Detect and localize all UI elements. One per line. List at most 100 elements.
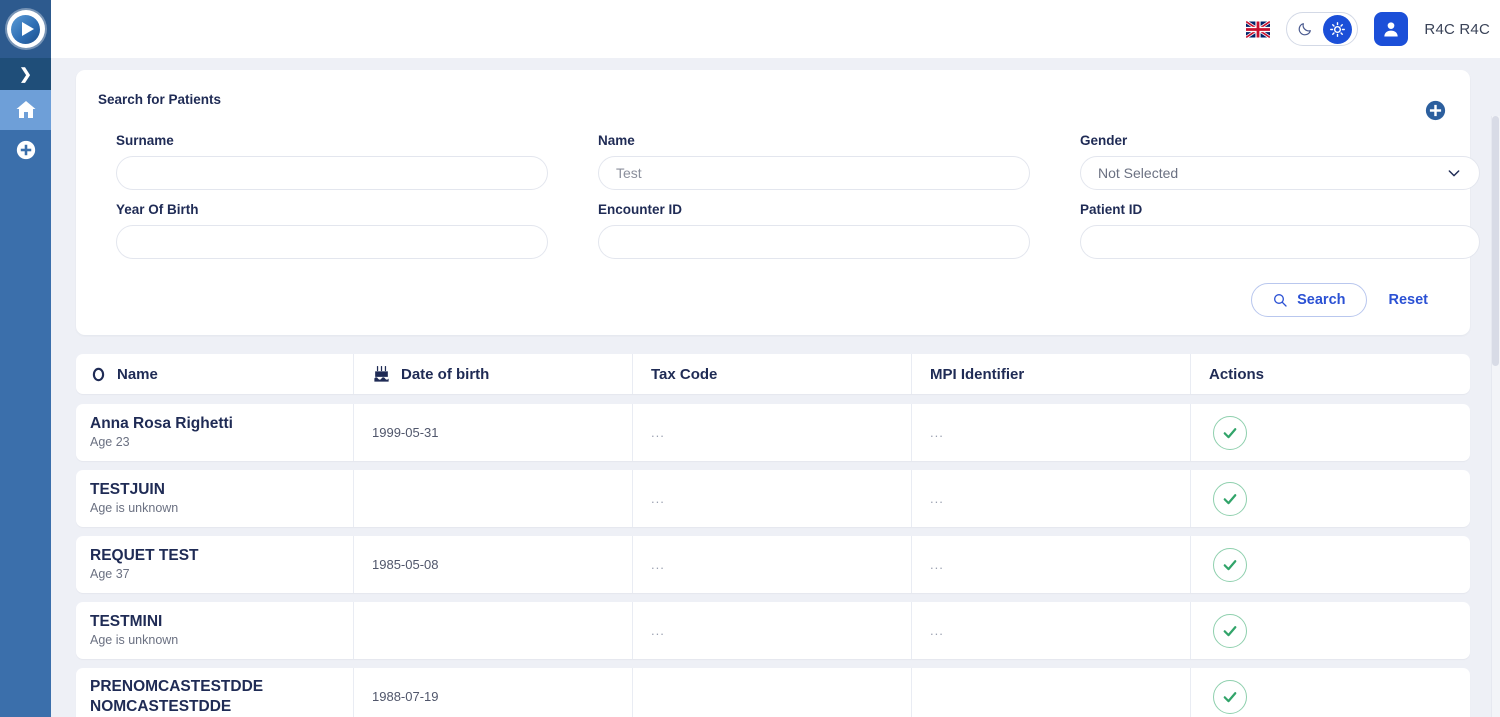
- patient-name: TESTMINI: [90, 613, 163, 631]
- person-circle-icon: [92, 367, 105, 381]
- field-year-of-birth: Year Of Birth: [98, 194, 548, 259]
- uk-flag-icon[interactable]: [1246, 20, 1271, 38]
- field-gender: Gender Not Selected: [1062, 125, 1480, 190]
- column-header-name[interactable]: Name: [76, 354, 353, 394]
- cell-tax-code: ...: [632, 536, 911, 593]
- patient-mpi: ...: [930, 491, 944, 506]
- table-row[interactable]: Anna Rosa Righetti Age 23 1999-05-31......: [76, 404, 1470, 461]
- field-name: Name: [580, 125, 1030, 190]
- patient-name-line2: NOMCASTESTDDE: [90, 697, 232, 715]
- app-logo[interactable]: [0, 0, 51, 58]
- cell-tax-code: ...: [632, 602, 911, 659]
- column-header-actions-label: Actions: [1209, 365, 1265, 383]
- sidebar-collapse-toggle[interactable]: ❯: [0, 58, 51, 90]
- label-patient-id: Patient ID: [1080, 202, 1143, 217]
- check-circle-icon: [1223, 427, 1237, 438]
- plus-circle-icon: [16, 140, 35, 160]
- app-root: ❯ R4C R4C Search for Patients Surname Na…: [0, 0, 1500, 717]
- reset-button[interactable]: Reset: [1385, 292, 1433, 308]
- column-header-tax-code[interactable]: Tax Code: [632, 354, 911, 394]
- patient-tax-code: ...: [651, 623, 665, 638]
- cell-mpi: ...: [911, 404, 1190, 461]
- user-avatar[interactable]: [1374, 12, 1409, 46]
- check-circle-icon: [1223, 691, 1237, 702]
- sun-icon: [1330, 21, 1346, 37]
- label-year-of-birth: Year Of Birth: [116, 202, 199, 217]
- field-encounter-id: Encounter ID: [580, 194, 1030, 259]
- cell-name: PRENOMCASTESTDDE NOMCASTESTDDE: [76, 668, 353, 717]
- select-patient-button[interactable]: [1213, 481, 1247, 516]
- top-header: R4C R4C: [51, 0, 1500, 58]
- name-input[interactable]: [598, 156, 1030, 190]
- column-header-dob[interactable]: Date of birth: [353, 354, 632, 394]
- table-row[interactable]: TESTJUIN Age is unknown......: [76, 470, 1470, 527]
- patient-id-input[interactable]: [1080, 225, 1480, 259]
- select-patient-button[interactable]: [1213, 613, 1247, 648]
- patient-mpi: ...: [930, 557, 944, 572]
- column-header-dob-label: Date of birth: [401, 365, 490, 383]
- label-encounter-id: Encounter ID: [598, 202, 683, 217]
- add-patient-button[interactable]: [1425, 100, 1446, 121]
- cell-dob: 1988-07-19: [353, 668, 632, 717]
- cell-actions: [1190, 404, 1470, 461]
- field-patient-id: Patient ID: [1062, 194, 1480, 259]
- patient-name: TESTJUIN: [90, 481, 165, 499]
- sidebar-item-add[interactable]: [0, 130, 51, 170]
- cell-name: TESTJUIN Age is unknown: [76, 470, 353, 527]
- cell-dob: [353, 602, 632, 659]
- patient-tax-code: ...: [651, 491, 665, 506]
- select-patient-button[interactable]: [1213, 679, 1247, 714]
- theme-toggle-light[interactable]: [1323, 14, 1353, 44]
- cell-actions: [1190, 602, 1470, 659]
- select-patient-button[interactable]: [1213, 547, 1247, 582]
- column-header-mpi-label: MPI Identifier: [930, 365, 1025, 383]
- cell-mpi: [911, 668, 1190, 717]
- label-name: Name: [598, 133, 635, 148]
- patient-name: PRENOMCASTESTDDE: [90, 677, 264, 695]
- table-row[interactable]: TESTMINI Age is unknown......: [76, 602, 1470, 659]
- theme-toggle[interactable]: [1286, 12, 1359, 46]
- label-surname: Surname: [116, 133, 174, 148]
- cell-actions: [1190, 536, 1470, 593]
- cell-actions: [1190, 470, 1470, 527]
- birthday-cake-icon: [374, 365, 389, 382]
- sidebar: ❯: [0, 0, 51, 717]
- table-row[interactable]: REQUET TEST Age 37 1985-05-08......: [76, 536, 1470, 593]
- label-gender: Gender: [1080, 133, 1128, 148]
- gender-select[interactable]: Not Selected: [1080, 156, 1480, 190]
- cell-name: Anna Rosa Righetti Age 23: [76, 404, 353, 461]
- home-icon: [16, 101, 35, 118]
- vertical-scrollbar[interactable]: [1491, 116, 1500, 717]
- cell-mpi: ...: [911, 602, 1190, 659]
- search-icon: [1274, 294, 1287, 307]
- patient-name: Anna Rosa Righetti: [90, 415, 233, 433]
- patient-dob: 1988-07-19: [372, 689, 439, 704]
- surname-input[interactable]: [116, 156, 548, 190]
- check-circle-icon: [1223, 559, 1237, 570]
- column-header-name-label: Name: [117, 365, 158, 383]
- scrollbar-thumb[interactable]: [1492, 116, 1499, 366]
- patient-dob: 1985-05-08: [372, 557, 439, 572]
- select-patient-button[interactable]: [1213, 415, 1247, 450]
- theme-toggle-dark[interactable]: [1289, 15, 1321, 43]
- patient-age: Age is unknown: [90, 633, 179, 648]
- patient-mpi: ...: [930, 623, 944, 638]
- cell-tax-code: ...: [632, 404, 911, 461]
- play-circle-logo-icon: [6, 10, 45, 48]
- year-of-birth-input[interactable]: [116, 225, 548, 259]
- column-header-mpi[interactable]: MPI Identifier: [911, 354, 1190, 394]
- sidebar-item-home[interactable]: [0, 90, 51, 130]
- cell-mpi: ...: [911, 470, 1190, 527]
- search-button-label: Search: [1297, 292, 1346, 308]
- table-header-row: Name Date of birth Tax Code MPI Identifi…: [76, 354, 1470, 394]
- user-avatar-icon: [1384, 22, 1399, 37]
- search-button[interactable]: Search: [1251, 283, 1367, 317]
- column-header-actions: Actions: [1190, 354, 1470, 394]
- encounter-id-input[interactable]: [598, 225, 1030, 259]
- chevron-down-icon: [1448, 170, 1460, 177]
- table-row[interactable]: PRENOMCASTESTDDE NOMCASTESTDDE 1988-07-19: [76, 668, 1470, 717]
- column-header-tax-code-label: Tax Code: [651, 365, 718, 383]
- patient-age: Age 23: [90, 435, 130, 450]
- patient-tax-code: ...: [651, 557, 665, 572]
- table-body: Anna Rosa Righetti Age 23 1999-05-31......…: [76, 404, 1470, 717]
